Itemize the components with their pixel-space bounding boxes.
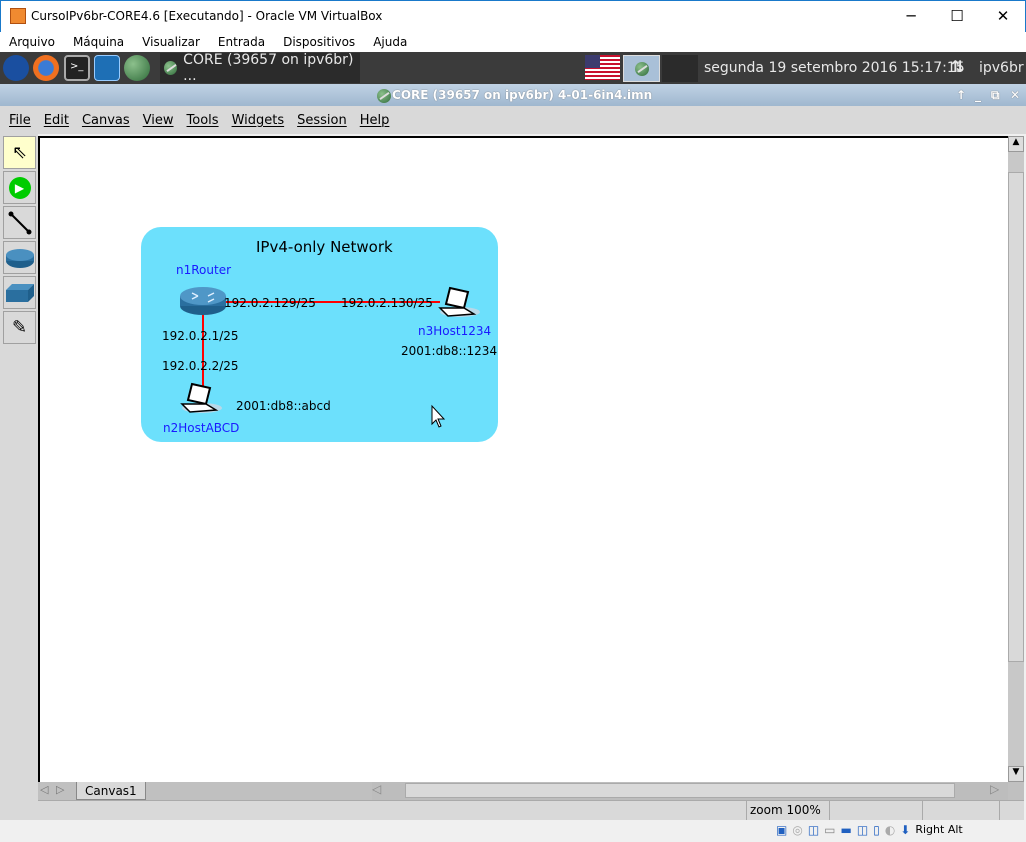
maximize-button[interactable]: ☐ xyxy=(947,7,967,25)
select-tool[interactable]: ⇖ xyxy=(3,136,36,169)
iface-router-east: 192.0.2.129/25 xyxy=(224,296,316,310)
status-divider xyxy=(922,801,923,820)
horizontal-scroll-thumb[interactable] xyxy=(405,783,955,798)
mouse-integration-icon[interactable]: ◐ xyxy=(885,823,895,837)
display-icon[interactable]: ▬ xyxy=(841,823,852,837)
virtualbox-titlebar: CursoIPv6br-CORE4.6 [Executando] - Oracl… xyxy=(0,0,1026,32)
taskbar-core-window[interactable]: CORE (39657 on ipv6br) ... xyxy=(160,52,360,84)
close-button[interactable]: ✕ xyxy=(993,7,1013,25)
wireshark-icon[interactable] xyxy=(94,55,120,81)
status-divider xyxy=(999,801,1000,820)
workspace-switcher[interactable] xyxy=(623,55,660,82)
menu-dispositivos[interactable]: Dispositivos xyxy=(283,32,355,52)
play-icon: ▶ xyxy=(8,176,31,199)
menu-entrada[interactable]: Entrada xyxy=(218,32,265,52)
us-flag-icon[interactable] xyxy=(585,55,620,80)
horizontal-scrollbar[interactable]: ◁ ▷ xyxy=(372,782,1008,800)
iface-router-south: 192.0.2.1/25 xyxy=(162,329,239,343)
tool-palette: ⇖ ▶ ✎ xyxy=(0,134,38,820)
menu-file[interactable]: File xyxy=(9,113,31,128)
annotation-tool[interactable]: ✎ xyxy=(3,311,36,344)
virtualbox-menubar: Arquivo Máquina Visualizar Entrada Dispo… xyxy=(0,32,1026,52)
switch-icon xyxy=(5,283,34,302)
menu-session[interactable]: Session xyxy=(297,113,347,128)
virtualbox-icon xyxy=(10,8,26,24)
user-name[interactable]: ipv6br xyxy=(979,60,1024,76)
router-tool[interactable] xyxy=(3,241,36,274)
clock[interactable]: segunda 19 setembro 2016 15:17:15 xyxy=(704,60,965,76)
cursor-arrow-icon: ⇖ xyxy=(11,142,28,163)
task-label: CORE (39657 on ipv6br) ... xyxy=(183,52,354,84)
router-node-icon[interactable] xyxy=(180,287,226,315)
core-launcher-icon[interactable] xyxy=(124,55,150,81)
core-titlebar: CORE (39657 on ipv6br) 4-01-6in4.imn ↑ _… xyxy=(0,84,1026,106)
pencil-icon: ✎ xyxy=(11,317,28,338)
network-canvas[interactable]: IPv4-only Network n1Router n3Host1234 n2… xyxy=(38,136,1008,782)
core-menubar: File Edit Canvas View Tools Widgets Sess… xyxy=(0,106,1026,134)
keyboard-capture-icon[interactable]: ⬇ xyxy=(900,823,910,837)
tab-scroll-right-icon[interactable]: ▷ xyxy=(56,783,64,796)
menu-edit[interactable]: Edit xyxy=(44,113,69,128)
menu-ajuda[interactable]: Ajuda xyxy=(373,32,407,52)
canvas-tab-bar: ◁ ▷ Canvas1 ◁ ▷ xyxy=(38,782,1024,800)
scroll-right-button[interactable]: ▷ xyxy=(990,782,999,796)
topology[interactable] xyxy=(40,138,1008,782)
firefox-icon[interactable] xyxy=(33,55,59,81)
scroll-down-button[interactable]: ▼ xyxy=(1008,766,1024,782)
shade-button[interactable]: ↑ xyxy=(956,84,966,106)
minimize-button[interactable]: ─ xyxy=(901,7,921,25)
vertical-scroll-thumb[interactable] xyxy=(1008,172,1024,662)
workspace-2[interactable] xyxy=(662,55,698,82)
virtualbox-statusbar: ▣ ◎ ◫ ▭ ▬ ◫ ▯ ◐ ⬇ Right Alt xyxy=(0,820,1026,842)
iface-hostabcd: 192.0.2.2/25 xyxy=(162,359,239,373)
core-window-title: CORE (39657 on ipv6br) 4-01-6in4.imn xyxy=(392,88,653,102)
menu-view[interactable]: View xyxy=(143,113,174,128)
host1234-label[interactable]: n3Host1234 xyxy=(418,324,491,338)
link-icon xyxy=(8,211,31,234)
menu-widgets[interactable]: Widgets xyxy=(232,113,285,128)
scroll-up-button[interactable]: ▲ xyxy=(1008,136,1024,152)
tab-canvas1[interactable]: Canvas1 xyxy=(76,782,146,800)
router-icon xyxy=(5,248,34,268)
menu-canvas[interactable]: Canvas xyxy=(82,113,130,128)
hostabcd-label[interactable]: n2HostABCD xyxy=(163,421,239,435)
link-tool[interactable] xyxy=(3,206,36,239)
core-icon xyxy=(376,89,391,103)
core-icon xyxy=(634,61,649,76)
hard-disk-icon[interactable]: ▣ xyxy=(776,823,787,837)
terminal-icon[interactable]: >_ xyxy=(64,55,90,81)
hostabcd-ipv6: 2001:db8::abcd xyxy=(236,399,331,413)
network-title[interactable]: IPv4-only Network xyxy=(256,238,393,256)
host1234-ipv6: 2001:db8::1234 xyxy=(401,344,498,358)
vertical-scrollbar[interactable]: ▲ ▼ xyxy=(1008,136,1024,782)
core-icon xyxy=(164,61,178,75)
menu-tools[interactable]: Tools xyxy=(187,113,219,128)
network-icon[interactable]: ⇅ xyxy=(951,57,964,76)
core-statusbar: zoom 100% xyxy=(38,800,1024,820)
scroll-left-button[interactable]: ◁ xyxy=(372,782,381,796)
iface-host1234: 192.0.2.130/25 xyxy=(341,296,433,310)
minimize-button[interactable]: _ xyxy=(975,84,981,106)
router-label[interactable]: n1Router xyxy=(176,263,231,277)
menu-arquivo[interactable]: Arquivo xyxy=(9,32,55,52)
start-session-button[interactable]: ▶ xyxy=(3,171,36,204)
menu-help[interactable]: Help xyxy=(360,113,390,128)
shared-folders-icon[interactable]: ▭ xyxy=(824,823,835,837)
guest-taskbar: >_ CORE (39657 on ipv6br) ... segunda 19… xyxy=(0,52,1026,84)
host-key: Right Alt xyxy=(915,823,963,836)
tab-scroll-left-icon[interactable]: ◁ xyxy=(40,783,48,796)
menu-visualizar[interactable]: Visualizar xyxy=(142,32,200,52)
optical-drive-icon[interactable]: ◎ xyxy=(792,823,802,837)
xfce-menu-icon[interactable] xyxy=(3,55,29,81)
menu-maquina[interactable]: Máquina xyxy=(73,32,124,52)
maximize-button[interactable]: ⧉ xyxy=(991,84,1000,106)
zoom-level: zoom 100% xyxy=(746,801,830,820)
close-button[interactable]: ✕ xyxy=(1010,84,1020,106)
usb-icon[interactable]: ▯ xyxy=(873,823,880,837)
network-adapter-icon[interactable]: ◫ xyxy=(857,823,868,837)
window-title: CursoIPv6br-CORE4.6 [Executando] - Oracl… xyxy=(31,9,383,23)
audio-icon[interactable]: ◫ xyxy=(808,823,819,837)
switch-tool[interactable] xyxy=(3,276,36,309)
